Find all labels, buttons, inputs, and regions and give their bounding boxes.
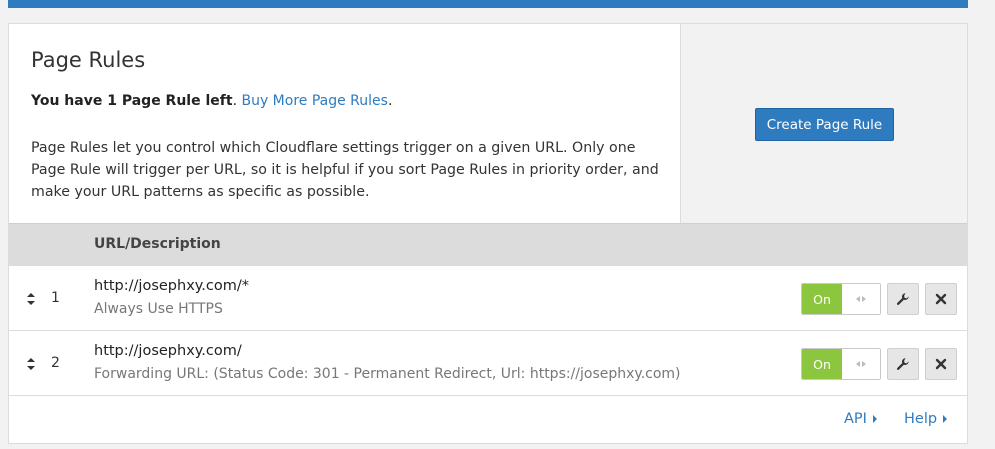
intro-side-panel: Create Page Rule (681, 24, 967, 223)
delete-rule-button[interactable] (925, 283, 957, 315)
rule-number: 1 (51, 290, 60, 306)
api-link[interactable]: API (844, 411, 877, 427)
create-page-rule-button[interactable]: Create Page Rule (755, 108, 894, 141)
rule-url: http://josephxy.com/* (94, 278, 249, 294)
close-icon (935, 293, 947, 305)
caret-right-icon (872, 415, 877, 423)
card-footer: API Help (9, 397, 967, 443)
page-rules-description: Page Rules let you control which Cloudfl… (31, 140, 659, 200)
column-url-description: URL/Description (94, 236, 221, 252)
api-link-label: API (844, 411, 867, 427)
rule-setting: Forwarding URL: (Status Code: 301 - Perm… (94, 366, 681, 382)
help-link-label: Help (904, 411, 938, 427)
rule-url: http://josephxy.com/ (94, 343, 242, 359)
rule-toggle[interactable]: On (801, 283, 881, 315)
sort-handle-icon[interactable] (26, 292, 36, 306)
page-rules-card: Page Rules You have 1 Page Rule left. Bu… (8, 23, 968, 444)
table-row: 2 http://josephxy.com/ Forwarding URL: (… (9, 331, 967, 396)
toggle-arrows-icon (842, 284, 880, 314)
toggle-on-label: On (802, 349, 842, 379)
help-link[interactable]: Help (904, 411, 948, 427)
buy-more-punct: . (387, 93, 393, 109)
buy-more-link[interactable]: Buy More Page Rules (241, 93, 387, 109)
quota-bold: You have 1 Page Rule left (31, 93, 233, 109)
rule-number: 2 (51, 355, 60, 371)
close-icon (935, 358, 947, 370)
edit-rule-button[interactable] (887, 348, 919, 380)
rule-setting: Always Use HTTPS (94, 301, 223, 317)
quota-punct: . (232, 93, 238, 109)
wrench-icon (896, 293, 909, 305)
edit-rule-button[interactable] (887, 283, 919, 315)
rule-toggle[interactable]: On (801, 348, 881, 380)
intro-panel: Page Rules You have 1 Page Rule left. Bu… (9, 24, 681, 223)
delete-rule-button[interactable] (925, 348, 957, 380)
table-header: URL/Description (9, 223, 967, 266)
wrench-icon (896, 358, 909, 370)
sort-handle-icon[interactable] (26, 357, 36, 371)
top-header-bar (8, 0, 968, 8)
toggle-on-label: On (802, 284, 842, 314)
toggle-arrows-icon (842, 349, 880, 379)
caret-right-icon (943, 415, 948, 423)
table-row: 1 http://josephxy.com/* Always Use HTTPS… (9, 266, 967, 331)
page-title: Page Rules (31, 48, 146, 72)
quota-text: You have 1 Page Rule left. Buy More Page… (31, 93, 392, 109)
